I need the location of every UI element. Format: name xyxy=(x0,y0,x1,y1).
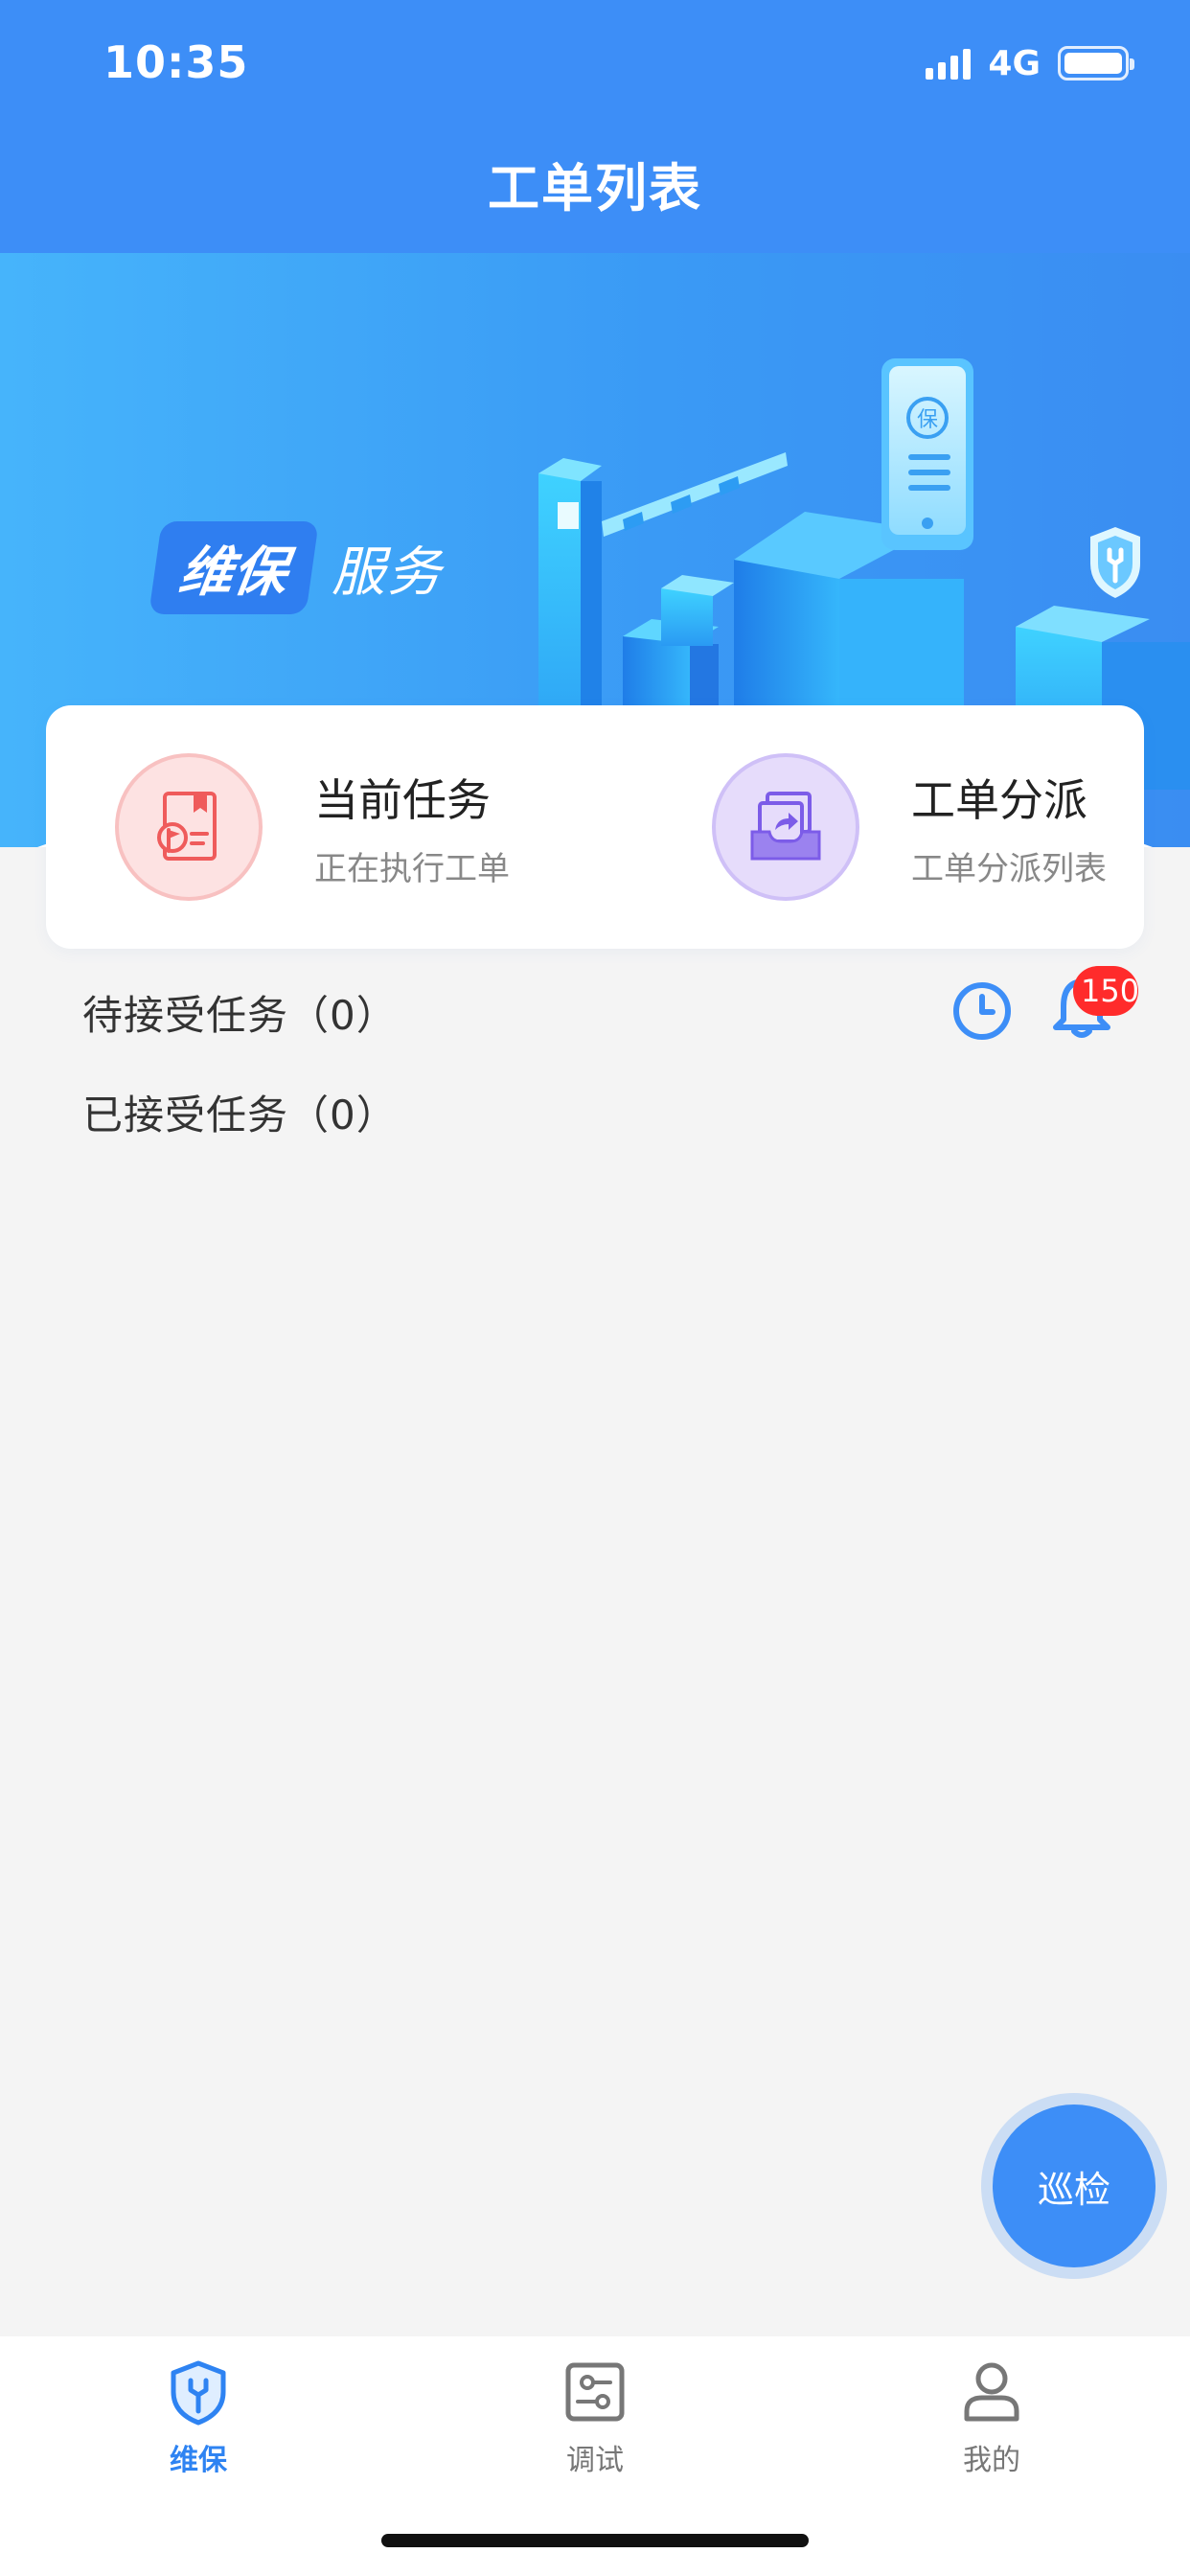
sliders-icon xyxy=(565,2362,625,2422)
accepted-tasks-label[interactable]: 已接受任务（0） xyxy=(82,1083,398,1141)
cellular-signal-icon xyxy=(926,47,972,80)
task-flag-icon xyxy=(115,753,263,901)
history-clock-icon[interactable] xyxy=(950,979,1014,1043)
status-indicators: 4G xyxy=(926,43,1134,83)
banner-tag: 维保 服务 xyxy=(149,521,443,614)
dispatch-order-subtitle: 工单分派列表 xyxy=(911,849,1107,888)
banner-tag-text: 服务 xyxy=(332,541,443,604)
current-task-subtitle: 正在执行工单 xyxy=(314,849,510,888)
page-title: 工单列表 xyxy=(488,158,702,218)
quick-actions-card: 当前任务 正在执行工单 工单分派 工单分派列表 xyxy=(46,705,1144,949)
dispatch-order-button[interactable]: 工单分派 工单分派列表 xyxy=(595,705,1144,949)
home-indicator xyxy=(381,2534,809,2547)
status-time: 10:35 xyxy=(103,36,249,88)
patrol-button[interactable]: 巡检 xyxy=(993,2104,1156,2267)
person-icon xyxy=(964,2362,1019,2422)
dispatch-order-title: 工单分派 xyxy=(911,773,1087,826)
tab-mine-label: 我的 xyxy=(963,2444,1020,2477)
dispatch-share-icon xyxy=(712,753,859,901)
battery-icon xyxy=(1058,46,1134,80)
network-type: 4G xyxy=(988,43,1041,83)
tab-maintenance-label: 维保 xyxy=(170,2444,227,2477)
banner-tag-highlight: 维保 xyxy=(149,521,319,614)
top-header: 10:35 4G 工单列表 xyxy=(0,0,1190,253)
notification-badge: 150 xyxy=(1073,966,1138,1016)
shield-wrench-icon xyxy=(171,2360,226,2426)
phone-seal-text: 保 xyxy=(917,408,938,432)
pending-tasks-label[interactable]: 待接受任务（0） xyxy=(82,983,398,1042)
tab-maintenance[interactable]: 维保 xyxy=(0,2336,397,2499)
current-task-title: 当前任务 xyxy=(314,773,491,826)
tab-mine[interactable]: 我的 xyxy=(793,2336,1190,2499)
tab-debug[interactable]: 调试 xyxy=(397,2336,793,2499)
tab-debug-label: 调试 xyxy=(566,2444,624,2477)
current-task-button[interactable]: 当前任务 正在执行工单 xyxy=(46,705,595,949)
